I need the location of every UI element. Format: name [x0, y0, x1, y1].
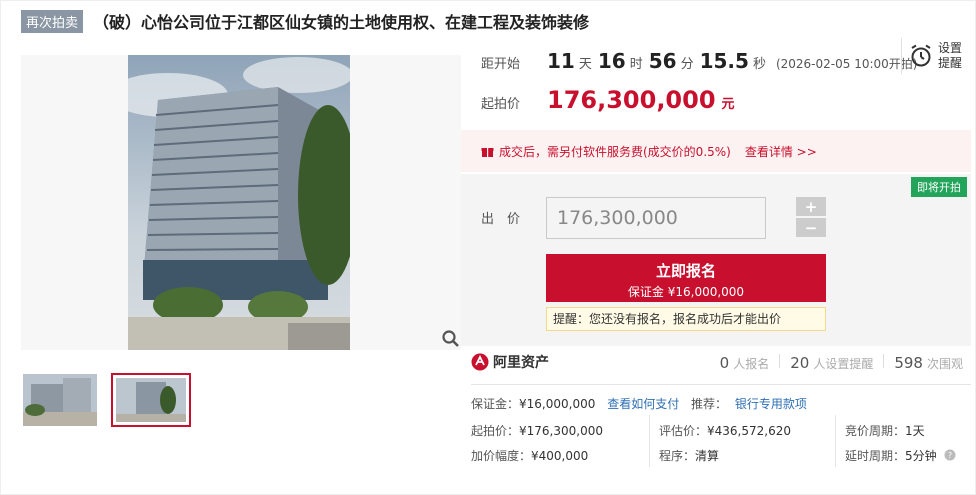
- building-photo: [128, 55, 350, 350]
- magnifier-icon: [442, 330, 459, 347]
- start-label: 起拍价：: [471, 424, 520, 438]
- hours-unit: 时: [629, 57, 643, 72]
- reminder-label: 设置 提醒: [938, 41, 962, 71]
- countdown: 距开始 11 天 16 时 56 分 15.5 秒 (2026-02-05 10…: [481, 49, 917, 73]
- page-title: （破）心怡公司位于江都区仙女镇的土地使用权、在建工程及装饰装修: [93, 13, 590, 32]
- procedure-label: 程序：: [659, 449, 696, 463]
- reminder-line1: 设置: [938, 41, 963, 55]
- alarm-clock-icon: [911, 44, 931, 67]
- column-divider: [835, 415, 836, 467]
- countdown-hours: 16: [597, 49, 626, 73]
- thumbnail-2-image: [116, 378, 186, 422]
- increment-value: ¥400,000: [531, 449, 589, 463]
- deposit-label: 保证金：: [471, 397, 520, 411]
- recommend-label: 推荐：: [691, 397, 728, 411]
- thumbnail-1[interactable]: [23, 374, 97, 426]
- delay-value: 5分钟: [905, 449, 937, 463]
- status-badge: 即将开拍: [911, 177, 967, 197]
- eval-value: ¥436,572,620: [707, 424, 791, 438]
- platform-brand: 阿里资产: [471, 352, 549, 372]
- start-time-note: (2026-02-05 10:00开拍): [775, 57, 918, 71]
- register-tip: 提醒：您还没有报名，报名成功后才能出价: [546, 307, 826, 331]
- reminder-line2: 提醒: [938, 56, 963, 70]
- views-count: 598: [894, 354, 923, 372]
- procedure-value: 清算: [695, 449, 720, 463]
- stats-divider: [779, 354, 781, 368]
- fee-notice-text: 成交后，需另付软件服务费(成交价的0.5%): [499, 144, 731, 159]
- bid-input[interactable]: 176,300,000: [546, 197, 766, 239]
- countdown-seconds: 15.5: [699, 49, 749, 73]
- eval-row: 评估价：¥436,572,620: [659, 422, 791, 439]
- reauction-badge: 再次拍卖: [21, 9, 84, 33]
- seconds-unit: 秒: [752, 57, 766, 72]
- start-price-value: 176,300,000: [547, 86, 716, 114]
- registrations-count: 0: [719, 354, 730, 372]
- deposit-value: ¥16,000,000: [519, 397, 596, 411]
- help-icon[interactable]: ?: [944, 449, 956, 461]
- cycle-label: 竞价周期：: [845, 424, 906, 438]
- start-value: ¥176,300,000: [519, 424, 603, 438]
- main-photo[interactable]: [21, 55, 461, 350]
- delay-label: 延时周期：: [845, 449, 906, 463]
- cycle-value: 1天: [905, 424, 925, 438]
- thumbnail-2-selected[interactable]: [111, 373, 191, 427]
- zoom-button[interactable]: [441, 329, 461, 349]
- fee-notice: 成交后，需另付软件服务费(成交价的0.5%) 查看详情 >>: [461, 130, 971, 172]
- registrations-label: 人报名: [733, 357, 770, 371]
- how-to-pay-link[interactable]: 查看如何支付: [607, 397, 679, 411]
- bid-area: 即将开拍 出 价 176,300,000 + − 立即报名 保证金 ¥16,00…: [461, 174, 971, 346]
- bank-payment-link[interactable]: 银行专用款项: [735, 397, 807, 411]
- ali-assets-logo-icon: [471, 353, 489, 371]
- views-label: 次围观: [926, 357, 963, 371]
- cycle-row: 竞价周期：1天: [845, 422, 925, 439]
- minutes-unit: 分: [680, 57, 694, 72]
- days-unit: 天: [578, 57, 592, 72]
- divider: [471, 384, 971, 385]
- column-divider: [649, 415, 650, 467]
- register-button[interactable]: 立即报名 保证金 ¥16,000,000: [546, 254, 826, 302]
- register-button-label: 立即报名: [655, 262, 716, 280]
- decrease-bid-button[interactable]: −: [796, 218, 826, 237]
- stats-divider: [883, 354, 885, 368]
- fee-details-link[interactable]: 查看详情 >>: [745, 143, 817, 160]
- thumbnail-1-image: [23, 374, 97, 426]
- platform-name: 阿里资产: [493, 355, 549, 371]
- increase-bid-button[interactable]: +: [796, 197, 826, 216]
- start-price: 起拍价 176,300,000 元: [481, 86, 735, 114]
- gift-icon: [481, 147, 494, 157]
- eval-label: 评估价：: [659, 424, 708, 438]
- set-reminder-button[interactable]: 设置 提醒: [901, 38, 966, 74]
- start-price-row: 起拍价：¥176,300,000: [471, 422, 603, 439]
- increment-label: 加价幅度：: [471, 449, 532, 463]
- countdown-label: 距开始: [481, 57, 521, 72]
- auction-page: 再次拍卖 （破）心怡公司位于江都区仙女镇的土地使用权、在建工程及装饰装修 距开始…: [0, 0, 976, 495]
- svg-text:?: ?: [948, 451, 952, 460]
- reminders-count: 20: [790, 354, 810, 372]
- procedure-row: 程序：清算: [659, 447, 719, 464]
- bid-label: 出 价: [481, 212, 521, 227]
- title-row: 再次拍卖 （破）心怡公司位于江都区仙女镇的土地使用权、在建工程及装饰装修: [21, 9, 590, 33]
- countdown-minutes: 56: [648, 49, 677, 73]
- start-price-unit: 元: [721, 97, 735, 112]
- delay-row: 延时周期：5分钟 ?: [845, 447, 956, 464]
- start-price-label: 起拍价: [481, 97, 521, 112]
- deposit-row: 保证金：¥16,000,000 查看如何支付 推荐： 银行专用款项: [471, 395, 807, 412]
- increment-row: 加价幅度：¥400,000: [471, 447, 588, 464]
- register-deposit: 保证金 ¥16,000,000: [627, 285, 745, 299]
- stats: 0 人报名 20 人设置提醒 598 次围观: [720, 354, 963, 372]
- countdown-days: 11: [547, 49, 575, 73]
- reminders-label: 人设置提醒: [813, 357, 874, 371]
